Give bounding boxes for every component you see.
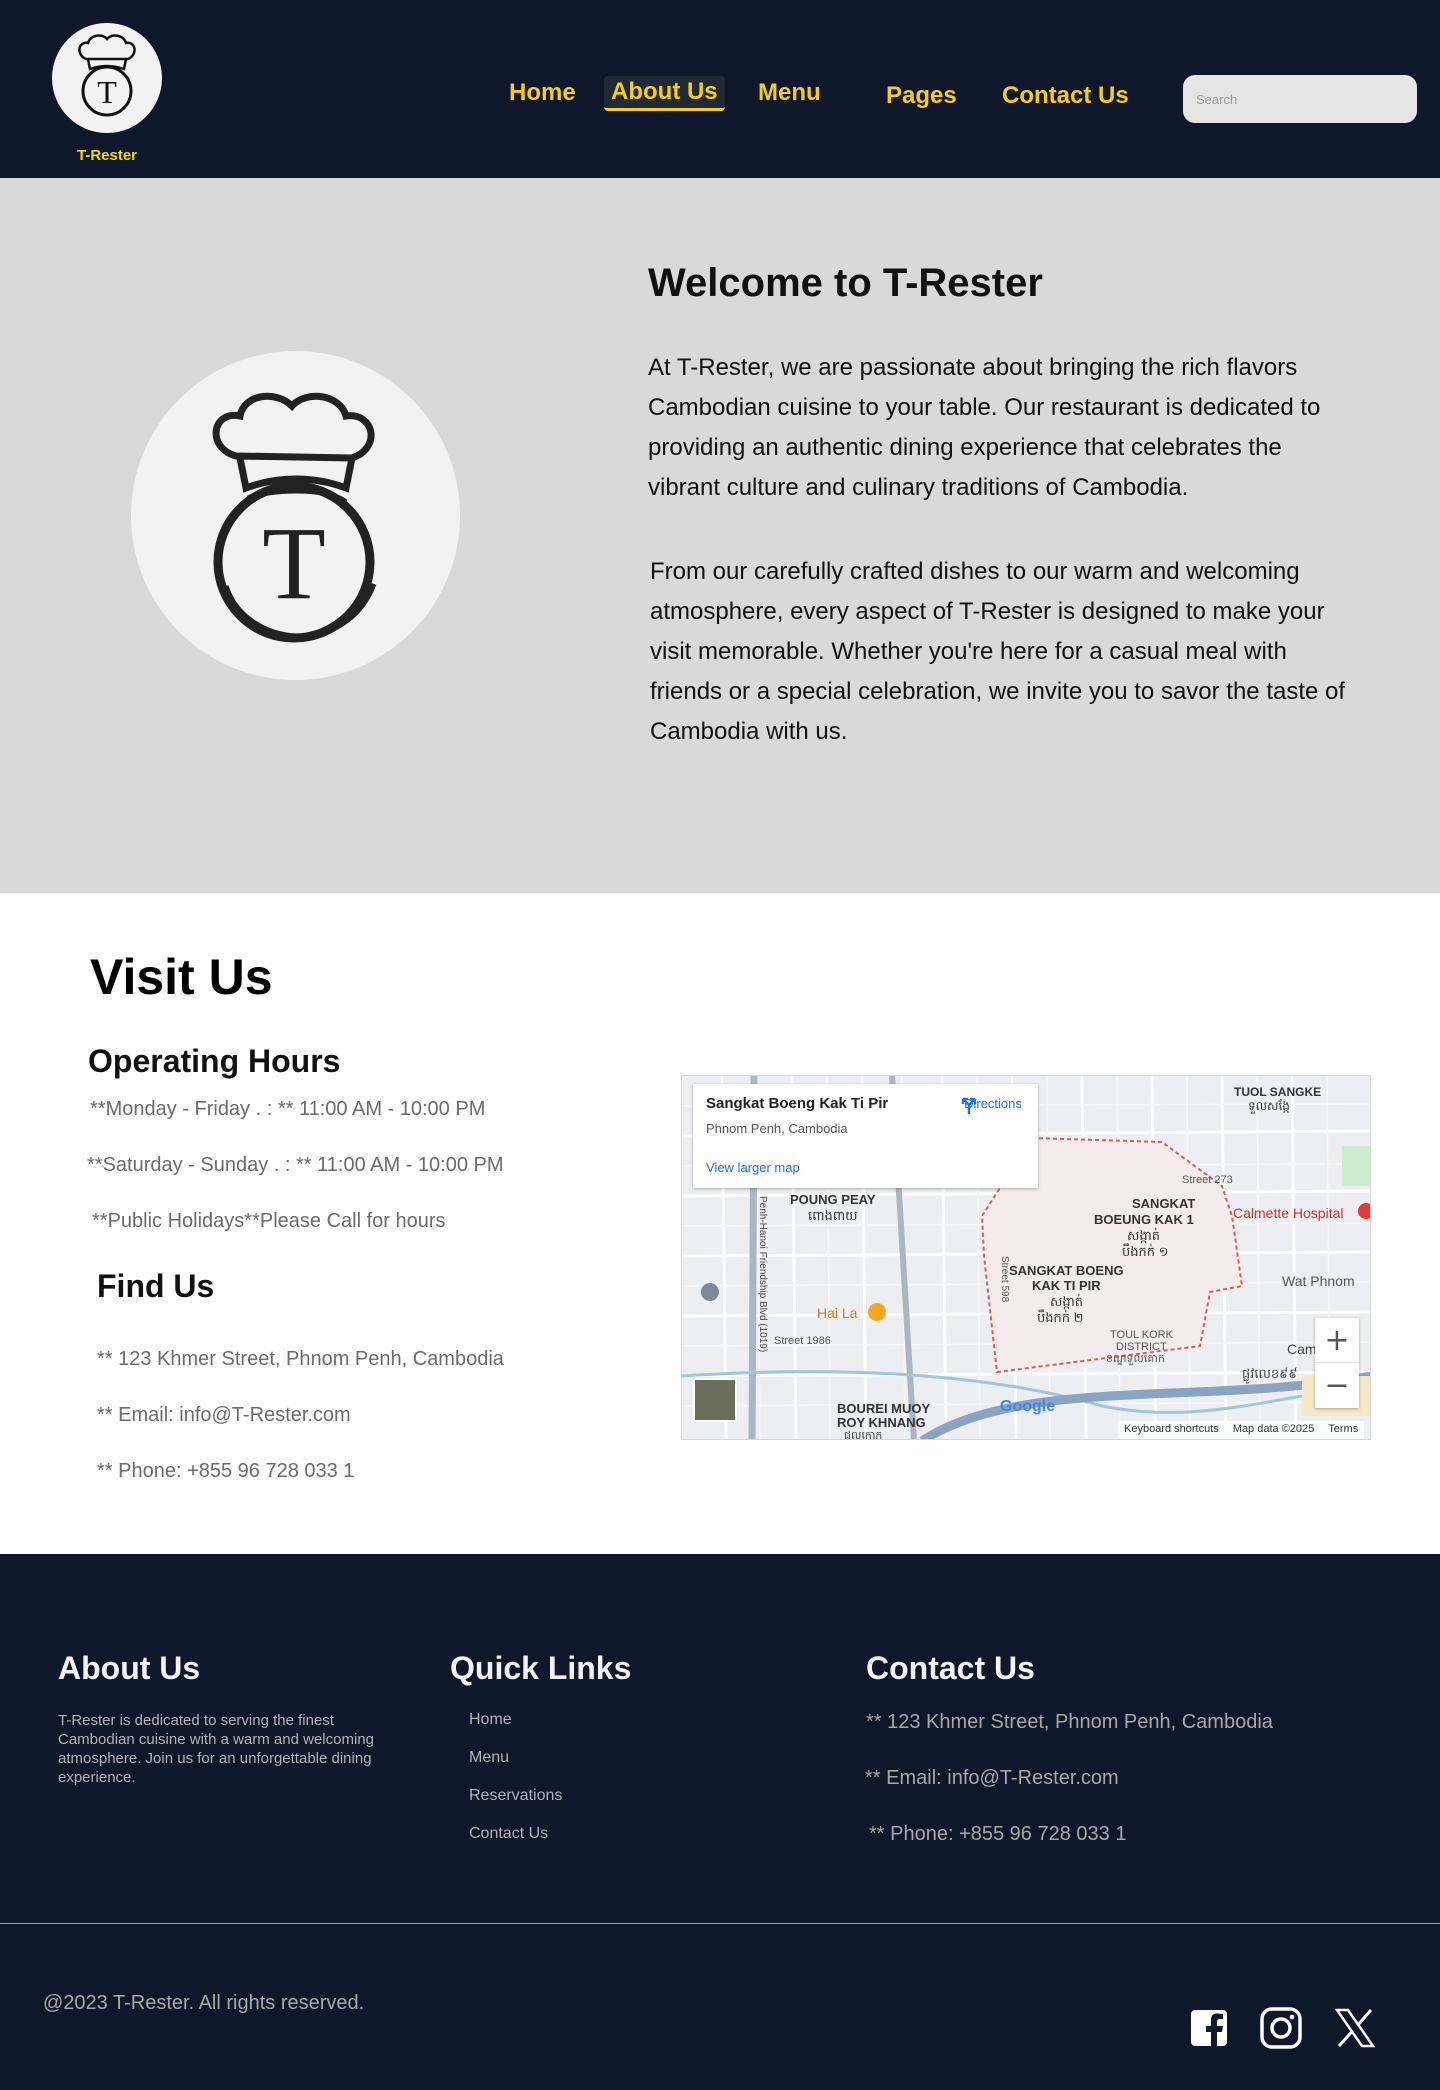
footer-contact-email: ** Email: info@T-Rester.com: [865, 1767, 1119, 1789]
map-label-district: DISTRICT: [1116, 1341, 1167, 1353]
map-label-cam: Cam: [1287, 1341, 1317, 1357]
map-label-hai-la: Hai La: [817, 1305, 858, 1321]
map-label-poung-peay-km: ពោងពាយ: [808, 1208, 858, 1223]
map-label-street-598: Street 598: [999, 1256, 1010, 1303]
map-label-calmette-hospital: Calmette Hospital: [1233, 1205, 1344, 1221]
operating-hours-title: Operating Hours: [88, 1043, 341, 1079]
visit-title: Visit Us: [90, 949, 273, 1005]
map-terms-link[interactable]: Terms: [1328, 1423, 1358, 1437]
map-label-wat-phnom: Wat Phnom: [1282, 1273, 1355, 1289]
map-label-bourei-muoy: BOUREI MUOY: [837, 1401, 931, 1416]
map-zoom-controls: + −: [1315, 1318, 1359, 1408]
search-input[interactable]: [1183, 75, 1417, 123]
nav-menu[interactable]: Menu: [758, 79, 821, 107]
hero-logo-icon: T: [131, 351, 460, 680]
map-label-sangkat-km-2: សង្កាត់: [1050, 1293, 1083, 1310]
footer-contact-phone: ** Phone: +855 96 728 033 1: [869, 1823, 1127, 1845]
welcome-section: T Welcome to T-Rester At T-Rester, we ar…: [0, 178, 1440, 893]
footer-link-menu[interactable]: Menu: [469, 1749, 509, 1767]
directions-button[interactable]: Directions: [958, 1094, 1028, 1114]
map-label-toul-kork-km: ខណ្ឌទួលគោក: [1106, 1353, 1165, 1366]
map-label-friendship-blvd: Penh-Hanoi Friendship Blvd (1019): [757, 1196, 768, 1352]
map-label-boeung-kak-1: BOEUNG KAK 1: [1094, 1212, 1194, 1227]
map-label-street-273: Street 273: [1182, 1174, 1233, 1186]
find-address: ** 123 Khmer Street, Phnom Penh, Cambodi…: [97, 1348, 504, 1370]
google-map[interactable]: TUOL SANGKE ទួលសង្កែ Street 273 SANGKAT …: [681, 1075, 1371, 1440]
facebook-icon[interactable]: [1187, 2006, 1231, 2050]
footer-contact-title: Contact Us: [866, 1650, 1035, 1686]
map-data-label: Map data ©2025: [1232, 1423, 1315, 1435]
footer-link-home[interactable]: Home: [469, 1711, 512, 1729]
footer-link-contact-us[interactable]: Contact Us: [469, 1825, 548, 1843]
nav-home[interactable]: Home: [509, 79, 576, 107]
hours-holidays: **Public Holidays**Please Call for hours: [92, 1210, 446, 1232]
map-label-boeung-kak-1-km: បឹងកក់ ១: [1122, 1243, 1168, 1259]
svg-text:T: T: [97, 74, 117, 110]
svg-text:T: T: [262, 506, 326, 621]
chef-hat-logo-icon: T: [52, 23, 162, 133]
map-label-sangkat: SANGKAT: [1132, 1196, 1195, 1211]
zoom-out-button[interactable]: −: [1315, 1363, 1359, 1408]
hero-paragraph-1: At T-Rester, we are passionate about bri…: [648, 354, 1321, 501]
copyright: @2023 T-Rester. All rights reserved.: [43, 1992, 365, 2014]
map-satellite-toggle[interactable]: [693, 1378, 737, 1422]
nav-pages[interactable]: Pages: [886, 82, 957, 110]
find-phone: ** Phone: +855 96 728 033 1: [97, 1460, 355, 1482]
hero-title: Welcome to T-Rester: [648, 261, 1043, 305]
map-label-boeung-kak-2-km: បឹងកក់ ២: [1037, 1309, 1083, 1325]
footer-about-text: T-Rester is dedicated to serving the fin…: [58, 1712, 374, 1786]
hours-weekday: **Monday - Friday . : ** 11:00 AM - 10:0…: [90, 1098, 486, 1120]
footer-contact-address: ** 123 Khmer Street, Phnom Penh, Cambodi…: [866, 1711, 1273, 1733]
instagram-icon[interactable]: [1259, 2006, 1303, 2050]
footer-about-title: About Us: [58, 1650, 201, 1686]
nav-contact-us[interactable]: Contact Us: [1002, 82, 1129, 110]
map-place-subtitle: Phnom Penh, Cambodia: [706, 1121, 848, 1136]
map-label-kak-ti-pir: KAK TI PIR: [1032, 1278, 1101, 1293]
hours-weekend: **Saturday - Sunday . : ** 11:00 AM - 10…: [87, 1154, 504, 1176]
map-label-sangkat-boeng: SANGKAT BOENG: [1009, 1263, 1124, 1278]
view-larger-map-link[interactable]: View larger map: [706, 1160, 800, 1175]
keyboard-shortcuts-link[interactable]: Keyboard shortcuts: [1124, 1423, 1219, 1437]
logo[interactable]: T T-Rester: [52, 23, 162, 164]
map-label-tuol-sangke-km: ទួលសង្កែ: [1248, 1098, 1290, 1114]
map-label-bottom-km: ជូលកោក: [844, 1430, 882, 1440]
x-icon[interactable]: [1333, 2006, 1377, 2050]
footer-links-title: Quick Links: [450, 1650, 632, 1686]
find-email: ** Email: info@T-Rester.com: [97, 1404, 351, 1426]
hero-paragraph-2: From our carefully crafted dishes to our…: [650, 558, 1346, 745]
map-label-poung-peay: POUNG PEAY: [790, 1192, 876, 1207]
brand-name: T-Rester: [76, 147, 138, 164]
map-label-sangkat-km-1: សង្កាត់: [1127, 1227, 1160, 1244]
footer-divider: [0, 1923, 1440, 1924]
map-label-toul-kork: TOUL KORK: [1110, 1329, 1174, 1341]
site-header: T T-Rester Home About Us Menu Pages Cont…: [0, 0, 1440, 178]
google-logo: Google: [1000, 1398, 1056, 1415]
footer-link-reservations[interactable]: Reservations: [469, 1787, 562, 1805]
map-place-title: Sangkat Boeng Kak Ti Pir: [706, 1095, 889, 1112]
directions-icon: [961, 1097, 977, 1114]
map-label-tuol-sangke: TUOL SANGKE: [1234, 1085, 1321, 1099]
map-label-roy-khnang: ROY KHNANG: [837, 1415, 926, 1430]
map-attribution: Keyboard shortcuts Map data ©2025 Terms: [1118, 1421, 1365, 1439]
find-us-title: Find Us: [97, 1268, 215, 1304]
nav-about-us[interactable]: About Us: [604, 76, 725, 111]
zoom-in-button[interactable]: +: [1315, 1318, 1359, 1363]
map-place-card: Sangkat Boeng Kak Ti Pir Phnom Penh, Cam…: [693, 1084, 1038, 1188]
map-label-street-1986: Street 1986: [774, 1335, 831, 1347]
